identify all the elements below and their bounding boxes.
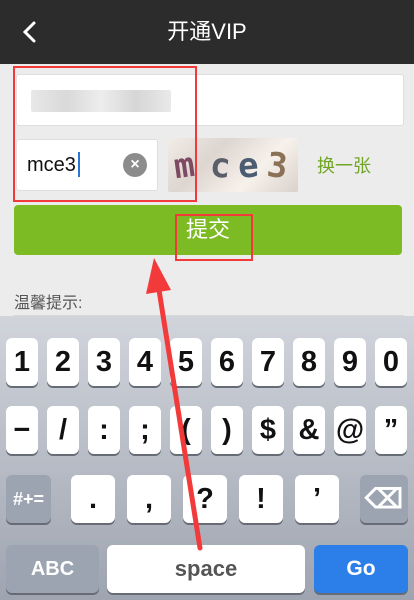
annotation-arrow [146, 258, 203, 551]
